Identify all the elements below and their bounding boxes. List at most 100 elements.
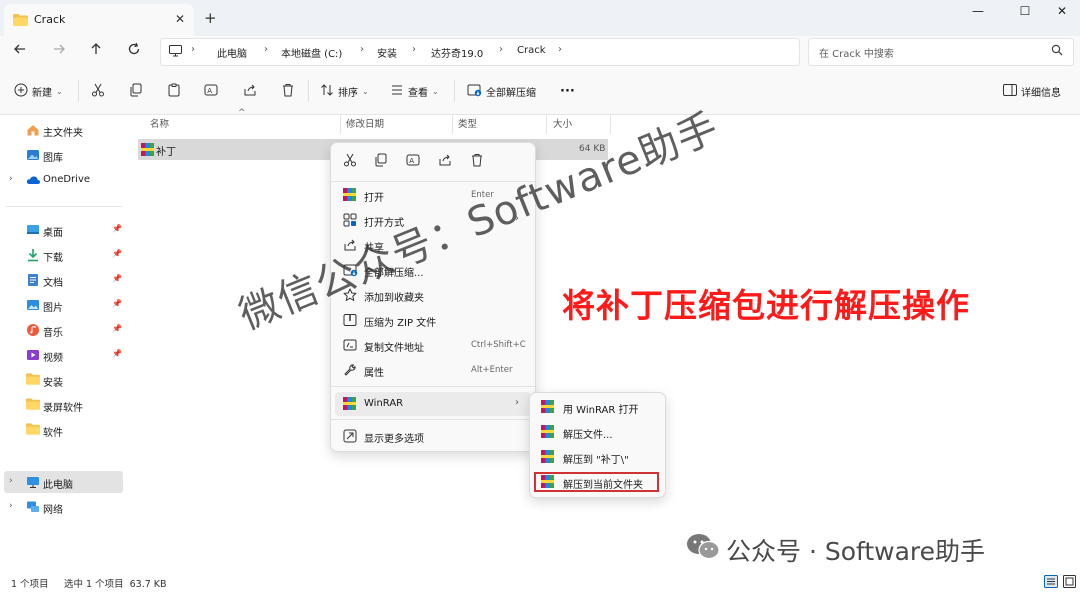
column-divider[interactable] xyxy=(610,114,611,134)
chevron-right-icon[interactable]: › xyxy=(9,476,13,486)
view-button[interactable]: 查看 ⌄ xyxy=(390,82,439,100)
submenu-item-extract-to-folder[interactable]: 解压到 "补丁\" xyxy=(530,445,665,469)
up-icon[interactable] xyxy=(84,42,108,62)
menu-item-label: 显示更多选项 xyxy=(364,434,424,445)
column-header-modified[interactable]: 修改日期 xyxy=(346,116,384,130)
column-divider[interactable] xyxy=(340,114,341,134)
chevron-right-icon[interactable]: › xyxy=(9,174,13,184)
tab-crack[interactable]: Crack ✕ xyxy=(4,4,194,36)
breadcrumb-install[interactable]: 安装 xyxy=(377,45,397,60)
column-divider[interactable] xyxy=(452,114,453,134)
paste-button[interactable] xyxy=(167,82,181,100)
breadcrumb-davinci[interactable]: 达芬奇19.0 xyxy=(431,45,483,60)
rename-icon[interactable]: A xyxy=(406,153,420,170)
new-tab-button[interactable]: + xyxy=(204,9,217,27)
extract-all-button[interactable]: 全部解压缩 xyxy=(467,82,536,100)
chevron-down-icon: ⌄ xyxy=(432,86,439,96)
column-header-size[interactable]: 大小 xyxy=(553,116,572,130)
close-button[interactable]: ✕ xyxy=(1044,4,1080,22)
copy-button[interactable] xyxy=(129,82,143,100)
sidebar-item-install[interactable]: 安装 xyxy=(0,369,124,391)
tiles-view-icon[interactable] xyxy=(1063,575,1076,591)
menu-item-shortcut: Alt+Enter xyxy=(471,365,513,375)
sidebar-item-network[interactable]: › 网络 xyxy=(0,496,124,518)
sidebar-item-screen-recorder[interactable]: 录屏软件 xyxy=(0,394,124,416)
submenu-item-extract-files[interactable]: 解压文件... xyxy=(530,420,665,444)
cut-icon[interactable] xyxy=(343,153,357,170)
minimize-button[interactable]: — xyxy=(960,4,996,22)
sidebar-item-music[interactable]: 音乐 📌 xyxy=(0,319,124,341)
menu-item-copy-path[interactable]: 复制文件地址 Ctrl+Shift+C xyxy=(331,333,535,357)
share-icon[interactable] xyxy=(438,153,452,170)
pin-icon[interactable]: 📌 xyxy=(112,299,122,308)
sidebar-item-onedrive[interactable]: › OneDrive xyxy=(0,169,124,191)
sidebar-item-videos[interactable]: 视频 📌 xyxy=(0,344,124,366)
share-icon xyxy=(243,83,257,100)
selection-info: 选中 1 个项目 63.7 KB xyxy=(64,579,167,590)
chevron-down-icon: ⌄ xyxy=(56,86,63,96)
sidebar-item-downloads[interactable]: 下载 📌 xyxy=(0,244,124,266)
details-view-icon[interactable] xyxy=(1044,575,1058,591)
breadcrumb-this-pc[interactable]: 此电脑 xyxy=(217,45,247,60)
forward-icon[interactable] xyxy=(47,42,71,62)
menu-item-properties[interactable]: 属性 Alt+Enter xyxy=(331,358,535,382)
breadcrumb-local-disk[interactable]: 本地磁盘 (C:) xyxy=(281,45,342,60)
back-icon[interactable] xyxy=(8,42,32,62)
chevron-right-icon: › xyxy=(412,44,416,55)
clipboard-icon xyxy=(167,83,181,100)
sort-button[interactable]: 排序 ⌄ xyxy=(320,82,369,100)
details-label: 详细信息 xyxy=(1021,87,1061,99)
column-header-type[interactable]: 类型 xyxy=(458,116,477,130)
more-options-button[interactable]: ··· xyxy=(560,82,575,100)
details-pane-button[interactable]: 详细信息 xyxy=(1003,82,1061,100)
sidebar-item-this-pc[interactable]: › 此电脑 xyxy=(4,471,123,493)
tab-label: Crack xyxy=(34,13,66,26)
delete-button[interactable] xyxy=(281,82,295,100)
refresh-icon[interactable] xyxy=(122,42,146,62)
chevron-right-icon: › xyxy=(558,44,562,55)
winrar-icon xyxy=(343,188,357,202)
pin-icon[interactable]: 📌 xyxy=(112,249,122,258)
sort-icon xyxy=(320,83,334,100)
new-button-label: 新建 xyxy=(32,87,52,99)
sidebar-item-label: 此电脑 xyxy=(43,480,73,491)
pin-icon[interactable]: 📌 xyxy=(112,349,122,358)
sidebar-item-desktop[interactable]: 桌面 📌 xyxy=(0,219,124,241)
more-options-icon xyxy=(343,429,357,443)
breadcrumb-crack[interactable]: Crack xyxy=(517,45,546,56)
extract-all-label: 全部解压缩 xyxy=(486,87,536,99)
address-bar[interactable]: › 此电脑 › 本地磁盘 (C:) › 安装 › 达芬奇19.0 › Crack… xyxy=(160,38,800,66)
maximize-button[interactable]: ☐ xyxy=(1007,4,1043,22)
menu-item-more-options[interactable]: 显示更多选项 xyxy=(331,424,535,448)
sidebar-item-documents[interactable]: 文档 📌 xyxy=(0,269,124,291)
details-pane-icon xyxy=(1003,83,1017,99)
copy-icon[interactable] xyxy=(374,153,388,170)
search-placeholder: 在 Crack 中搜索 xyxy=(819,49,894,60)
submenu-item-open-winrar[interactable]: 用 WinRAR 打开 xyxy=(530,395,665,419)
chevron-right-icon[interactable]: › xyxy=(9,501,13,511)
menu-item-winrar[interactable]: WinRAR › xyxy=(335,392,531,416)
sidebar-item-label: 主文件夹 xyxy=(43,128,83,139)
context-quick-actions: A xyxy=(331,143,535,179)
share-button[interactable] xyxy=(243,82,257,100)
column-divider[interactable] xyxy=(546,114,547,134)
toolbar-divider xyxy=(454,80,455,102)
cut-button[interactable] xyxy=(91,82,105,100)
sidebar-item-software[interactable]: 软件 xyxy=(0,419,124,441)
pin-icon[interactable]: 📌 xyxy=(112,274,122,283)
tab-close-icon[interactable]: ✕ xyxy=(175,12,185,26)
toolbar-divider xyxy=(308,80,309,102)
sidebar-item-pictures[interactable]: 图片 📌 xyxy=(0,294,124,316)
monitor-icon xyxy=(169,45,182,60)
sidebar-item-gallery[interactable]: 图库 xyxy=(0,144,124,166)
trash-icon[interactable] xyxy=(470,153,484,170)
wechat-icon xyxy=(686,533,720,567)
new-button[interactable]: 新建 ⌄ xyxy=(14,82,63,100)
pin-icon[interactable]: 📌 xyxy=(112,324,122,333)
column-header-name[interactable]: 名称 xyxy=(150,116,169,130)
pin-icon[interactable]: 📌 xyxy=(112,224,122,233)
search-input[interactable]: 在 Crack 中搜索 xyxy=(808,38,1074,66)
menu-item-compress-zip[interactable]: 压缩为 ZIP 文件 xyxy=(331,308,535,332)
sidebar-item-home[interactable]: 主文件夹 xyxy=(0,119,124,141)
rename-button[interactable]: A xyxy=(204,82,218,100)
